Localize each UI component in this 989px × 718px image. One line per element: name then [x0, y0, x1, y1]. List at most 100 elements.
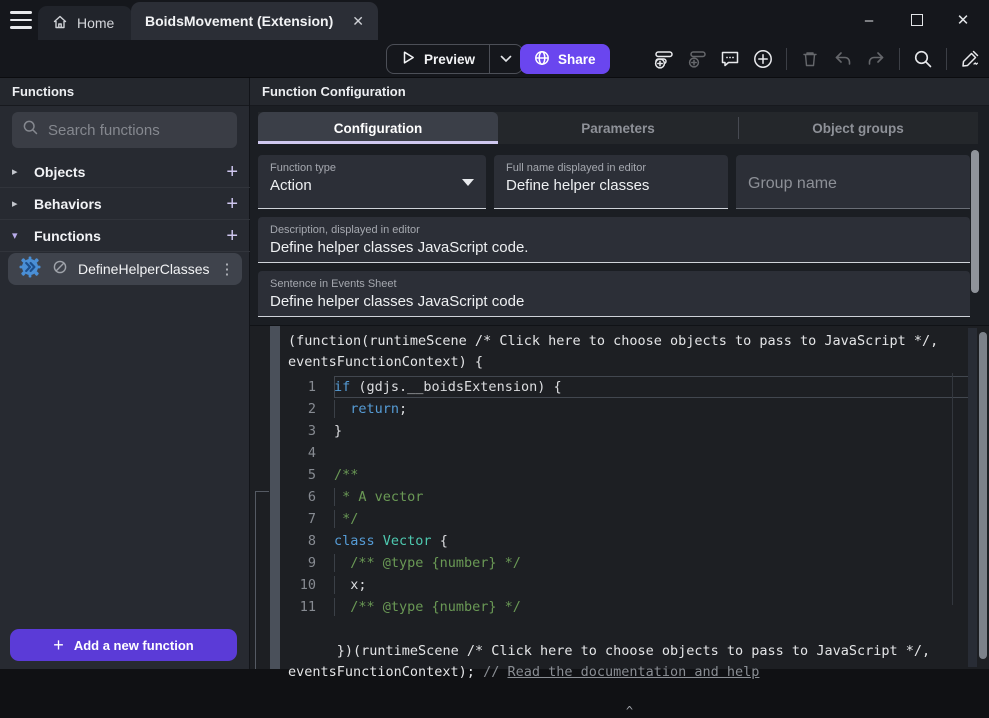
line-number: 2 — [288, 398, 334, 420]
tab-home-label: Home — [77, 15, 114, 31]
line-number: 4 — [288, 442, 334, 464]
group-name-field[interactable] — [736, 155, 970, 209]
item-menu-icon[interactable]: ⋮ — [220, 260, 235, 278]
editor-scrollbar-thumb[interactable] — [979, 332, 987, 659]
tree-section-functions[interactable]: ▾ Functions + — [0, 220, 250, 252]
code-line[interactable]: 8class Vector { — [288, 530, 971, 552]
code-header[interactable]: (function(runtimeScene /* Click here to … — [288, 331, 971, 373]
search-functions-input[interactable] — [48, 122, 247, 139]
code-footer-comment: // — [483, 664, 507, 680]
tab-object-groups[interactable]: Object groups — [738, 112, 978, 144]
editor-scrollbar-track[interactable] — [968, 328, 977, 667]
code-line[interactable]: 9 /** @type {number} */ — [288, 552, 971, 574]
code-line[interactable]: 10 x; — [288, 574, 971, 596]
function-item-label: DefineHelperClasses — [78, 261, 210, 277]
private-icon — [52, 259, 68, 280]
tab-close-icon[interactable]: ✕ — [352, 13, 364, 30]
toolbar-divider — [786, 48, 787, 70]
preview-button-label: Preview — [424, 52, 475, 67]
edit-icon[interactable] — [957, 46, 983, 72]
function-item-definehelperclasses[interactable]: DefineHelperClasses ⋮ — [8, 253, 242, 285]
code-line[interactable]: 1if (gdjs.__boidsExtension) { — [288, 376, 971, 398]
code-area[interactable]: (function(runtimeScene /* Click here to … — [288, 331, 971, 669]
tab-parameters[interactable]: Parameters — [498, 112, 738, 144]
documentation-link[interactable]: Read the documentation and help — [507, 664, 759, 680]
play-icon — [401, 50, 416, 68]
search-icon — [22, 119, 39, 141]
collapse-caret-icon[interactable]: ^ — [288, 704, 971, 718]
line-number: 7 — [288, 508, 334, 530]
sentence-field[interactable]: Sentence in Events Sheet Define helper c… — [258, 271, 970, 317]
add-behavior-button[interactable]: + — [226, 194, 238, 214]
plus-icon: + — [53, 635, 64, 656]
code-lines: 1if (gdjs.__boidsExtension) {2 return;3}… — [288, 376, 971, 618]
group-name-input[interactable] — [748, 162, 958, 206]
search-functions-box[interactable] — [12, 112, 237, 148]
add-sub-event-icon[interactable] — [684, 46, 710, 72]
add-object-button[interactable]: + — [226, 162, 238, 182]
tab-active-label: BoidsMovement (Extension) — [145, 13, 333, 29]
event-drag-handle[interactable] — [270, 326, 280, 669]
add-new-function-button[interactable]: + Add a new function — [10, 629, 237, 661]
function-gear-icon — [18, 255, 42, 284]
share-button[interactable]: Share — [520, 44, 610, 74]
chevron-down-icon: ▾ — [12, 229, 24, 242]
window-minimize-button[interactable]: – — [852, 6, 886, 34]
tree-section-behaviors[interactable]: ▸ Behaviors + — [0, 188, 250, 220]
line-number: 3 — [288, 420, 334, 442]
undo-icon[interactable] — [830, 46, 856, 72]
chevron-down-icon — [500, 55, 512, 63]
toolbar: Preview Share — [0, 40, 989, 78]
window-maximize-button[interactable] — [900, 6, 934, 34]
globe-icon — [534, 50, 550, 69]
toolbar-icon-group — [651, 44, 983, 74]
window-close-button[interactable]: ✕ — [946, 6, 980, 34]
config-scrollbar-thumb[interactable] — [971, 150, 979, 293]
chevron-right-icon: ▸ — [12, 165, 24, 178]
add-comment-icon[interactable] — [717, 46, 743, 72]
line-number: 1 — [288, 376, 334, 398]
function-configuration-panel: Function Configuration Configuration Par… — [250, 78, 989, 325]
redo-icon[interactable] — [863, 46, 889, 72]
chevron-right-icon: ▸ — [12, 197, 24, 210]
function-type-select[interactable]: Function type Action — [258, 155, 486, 209]
tab-home[interactable]: Home — [38, 6, 132, 40]
main-panel-title: Function Configuration — [250, 78, 989, 106]
description-field[interactable]: Description, displayed in editor Define … — [258, 217, 970, 263]
preview-dropdown-button[interactable] — [490, 45, 522, 73]
sidebar-panel-title: Functions — [0, 78, 249, 106]
code-footer: })(runtimeScene /* Click here to choose … — [288, 620, 971, 704]
dropdown-arrow-icon — [462, 179, 474, 186]
code-line[interactable]: 3} — [288, 420, 971, 442]
add-function-plus-button[interactable]: + — [226, 226, 238, 246]
extension-tree: ▸ Objects + ▸ Behaviors + ▾ Functions + — [0, 156, 250, 252]
javascript-code-editor[interactable]: (function(runtimeScene /* Click here to … — [250, 325, 989, 669]
toolbar-divider — [946, 48, 947, 70]
code-line[interactable]: 7 */ — [288, 508, 971, 530]
share-button-label: Share — [558, 52, 596, 67]
tab-boidsmovement[interactable]: BoidsMovement (Extension) ✕ — [131, 2, 378, 40]
line-number: 5 — [288, 464, 334, 486]
add-event-icon[interactable] — [651, 46, 677, 72]
preview-button[interactable]: Preview — [386, 44, 523, 74]
line-number: 10 — [288, 574, 334, 596]
line-number: 6 — [288, 486, 334, 508]
functions-sidebar: Functions ▸ Objects + ▸ Behaviors + ▾ Fu… — [0, 78, 250, 669]
search-icon[interactable] — [910, 46, 936, 72]
code-line[interactable]: 11 /** @type {number} */ — [288, 596, 971, 618]
code-line[interactable]: 5/** — [288, 464, 971, 486]
tab-configuration[interactable]: Configuration — [258, 112, 498, 144]
code-line[interactable]: 2 return; — [288, 398, 971, 420]
add-new-function-label: Add a new function — [74, 638, 194, 653]
code-line[interactable]: 4 — [288, 442, 971, 464]
line-number: 9 — [288, 552, 334, 574]
maximize-icon — [911, 14, 923, 26]
code-line[interactable]: 6 * A vector — [288, 486, 971, 508]
full-name-field[interactable]: Full name displayed in editor Define hel… — [494, 155, 728, 209]
add-circle-icon[interactable] — [750, 46, 776, 72]
title-bar: Home BoidsMovement (Extension) ✕ – ✕ — [0, 0, 989, 40]
tree-section-objects[interactable]: ▸ Objects + — [0, 156, 250, 188]
trash-icon[interactable] — [797, 46, 823, 72]
menu-icon[interactable] — [10, 11, 32, 29]
line-number: 11 — [288, 596, 334, 618]
